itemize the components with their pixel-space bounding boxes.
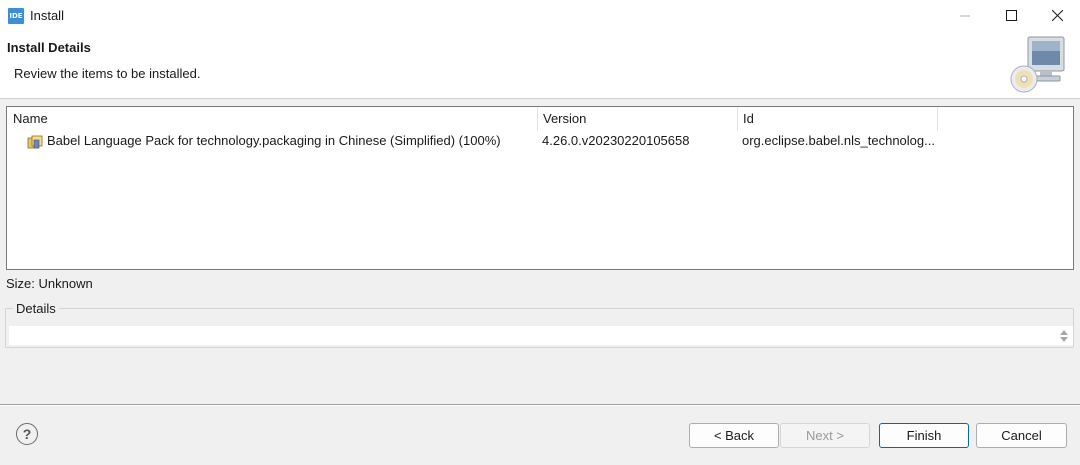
table-row[interactable]: Babel Language Pack for technology.packa… (7, 131, 1073, 153)
finish-button[interactable]: Finish (879, 423, 969, 448)
close-button[interactable] (1034, 0, 1080, 31)
minimize-button[interactable] (942, 0, 988, 31)
column-header-version[interactable]: Version (537, 107, 737, 131)
details-group: Details (5, 301, 1074, 348)
next-button[interactable]: Next > (780, 423, 870, 448)
button-bar-divider-highlight (0, 405, 1080, 406)
maximize-icon (1005, 10, 1017, 21)
details-label: Details (13, 301, 59, 316)
help-button[interactable]: ? (16, 423, 38, 445)
scroll-arrows-icon[interactable] (1059, 328, 1069, 344)
minimize-icon (960, 15, 970, 16)
title-bar: IDE Install (0, 0, 1080, 31)
details-text-area[interactable] (9, 326, 1073, 345)
install-items-table[interactable]: Name Version Id Babel Language Pack for … (6, 106, 1074, 270)
app-icon: IDE (8, 7, 24, 24)
table-header: Name Version Id (7, 107, 1073, 131)
column-divider[interactable] (937, 107, 938, 131)
back-button[interactable]: < Back (689, 423, 779, 448)
row-version: 4.26.0.v20230220105658 (542, 133, 690, 148)
column-header-name[interactable]: Name (7, 107, 537, 131)
page-title: Install Details (7, 40, 91, 55)
page-description: Review the items to be installed. (14, 66, 201, 81)
row-name: Babel Language Pack for technology.packa… (47, 133, 501, 148)
maximize-button[interactable] (988, 0, 1034, 31)
close-icon (1051, 10, 1063, 21)
cancel-button[interactable]: Cancel (976, 423, 1067, 448)
window-title: Install (30, 8, 64, 23)
size-label: Size: Unknown (6, 276, 93, 291)
feature-package-icon (27, 135, 43, 149)
help-icon: ? (22, 426, 32, 442)
row-id: org.eclipse.babel.nls_technolog... (742, 133, 935, 148)
computer-cd-icon (1010, 36, 1065, 93)
column-header-id[interactable]: Id (737, 107, 937, 131)
window-controls (942, 0, 1080, 31)
wizard-header: Install Details Review the items to be i… (0, 31, 1080, 99)
